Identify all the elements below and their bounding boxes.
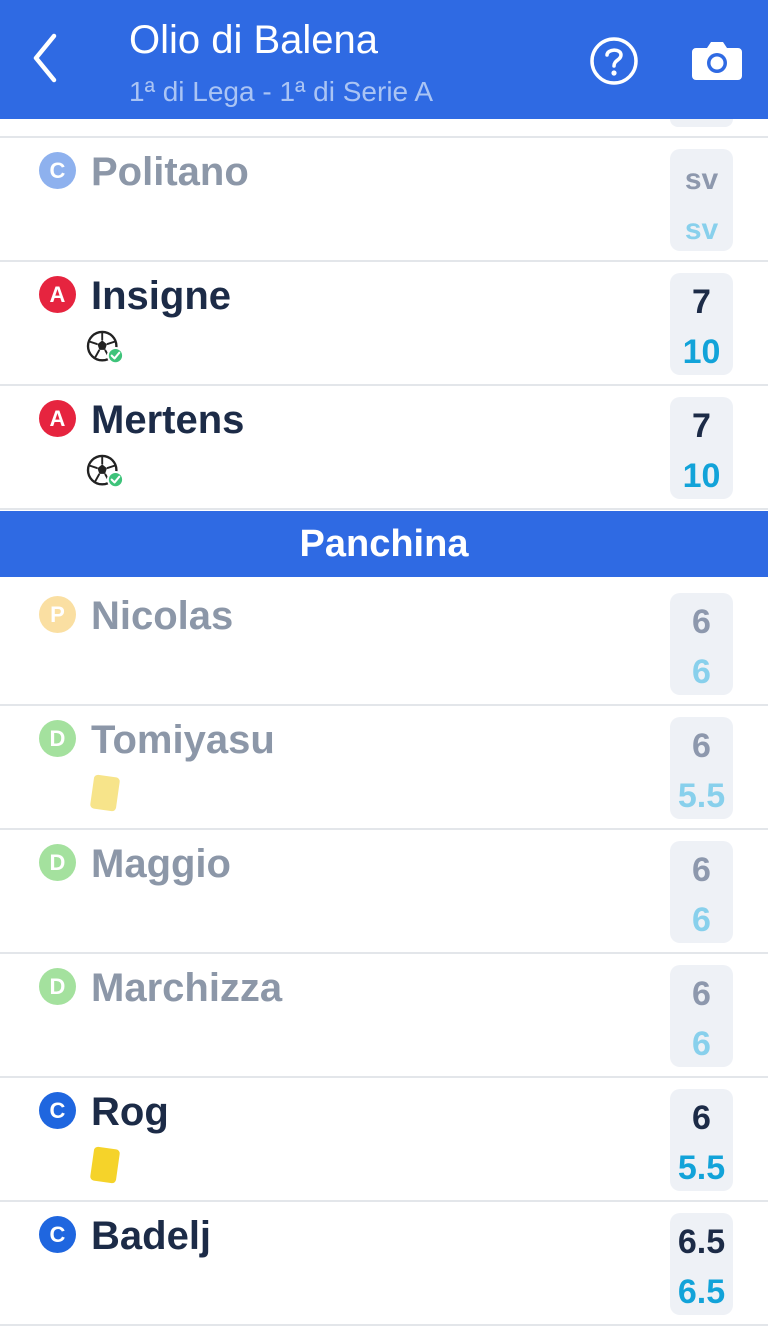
yellow-card-icon <box>89 1146 121 1184</box>
player-name: Badelj <box>91 1214 212 1258</box>
vote-value: 6 <box>692 727 711 765</box>
player-row[interactable]: P Nicolas 6 6 <box>0 582 768 706</box>
event-icons <box>86 774 121 814</box>
player-row[interactable]: C Badelj 6.5 6.5 <box>0 1202 768 1326</box>
score-box: 6 5.5 <box>670 717 733 819</box>
player-name: Mertens <box>91 398 245 442</box>
fantavote-value: 5.5 <box>677 1149 726 1187</box>
goal-scored-icon <box>86 454 124 489</box>
vote-value: 7 <box>692 407 711 445</box>
score-box: 7 10 <box>670 273 733 375</box>
fantavote-value: 6.5 <box>677 1273 726 1311</box>
role-badge: C <box>39 152 76 189</box>
fantavote-value: 10 <box>682 333 721 371</box>
event-icons <box>86 330 126 370</box>
vote-value: 6 <box>692 1099 711 1137</box>
fantavote-value: 6 <box>692 1025 711 1063</box>
player-name: Marchizza <box>91 966 283 1010</box>
vote-value: sv <box>684 163 719 196</box>
back-button[interactable] <box>22 28 72 88</box>
fantavote-value: 6 <box>692 901 711 939</box>
bench-section-header: Panchina <box>0 511 768 577</box>
fantavote-value: 6 <box>692 653 711 691</box>
role-badge: C <box>39 1092 76 1129</box>
team-ranking: 1ª di Lega - 1ª di Serie A <box>129 76 434 107</box>
app-header: Olio di Balena 1ª di Lega - 1ª di Serie … <box>0 0 768 119</box>
event-icons <box>86 1146 121 1186</box>
player-row[interactable]: C Rog 6 5.5 <box>0 1078 768 1202</box>
vote-value: 6 <box>692 603 711 641</box>
vote-value: 7 <box>692 283 711 321</box>
fantavote-value: 5.5 <box>677 777 726 815</box>
player-name: Tomiyasu <box>91 718 275 762</box>
player-name: Maggio <box>91 842 231 886</box>
role-badge: D <box>39 844 76 881</box>
camera-button[interactable] <box>690 40 744 82</box>
event-icons <box>86 454 126 494</box>
score-box: 6 6 <box>670 965 733 1067</box>
team-name: Olio di Balena <box>129 18 379 62</box>
goal-scored-icon <box>86 330 124 365</box>
help-button[interactable] <box>589 36 639 86</box>
role-badge: A <box>39 400 76 437</box>
role-badge: D <box>39 968 76 1005</box>
player-row[interactable]: D Tomiyasu 6 5.5 <box>0 706 768 830</box>
score-box: sv sv <box>670 149 733 251</box>
camera-icon <box>692 42 742 80</box>
player-row[interactable]: A Mertens 7 10 <box>0 386 768 510</box>
score-box: 6 5.5 <box>670 1089 733 1191</box>
player-row[interactable]: A Insigne 7 10 <box>0 262 768 386</box>
yellow-card-icon <box>89 774 121 812</box>
player-row[interactable]: C Politano sv sv <box>0 138 768 262</box>
previous-row-edge <box>0 119 768 138</box>
fantavote-value: 10 <box>682 457 721 495</box>
player-row[interactable]: D Marchizza 6 6 <box>0 954 768 1078</box>
player-name: Rog <box>91 1090 169 1134</box>
role-badge: C <box>39 1216 76 1253</box>
player-name: Politano <box>91 150 249 194</box>
player-row[interactable]: D Maggio 6 6 <box>0 830 768 954</box>
score-box: 6 6 <box>670 841 733 943</box>
player-name: Nicolas <box>91 594 234 638</box>
score-box: 6.5 6.5 <box>670 1213 733 1315</box>
score-box-edge <box>670 119 733 127</box>
vote-value: 6 <box>692 851 711 889</box>
score-box: 6 6 <box>670 593 733 695</box>
vote-value: 6 <box>692 975 711 1013</box>
role-badge: D <box>39 720 76 757</box>
fantavote-value: sv <box>684 213 719 246</box>
question-circle-icon <box>590 37 638 85</box>
role-badge: P <box>39 596 76 633</box>
vote-value: 6.5 <box>677 1223 726 1261</box>
player-name: Insigne <box>91 274 232 318</box>
role-badge: A <box>39 276 76 313</box>
score-box: 7 10 <box>670 397 733 499</box>
chevron-left-icon <box>33 33 57 83</box>
